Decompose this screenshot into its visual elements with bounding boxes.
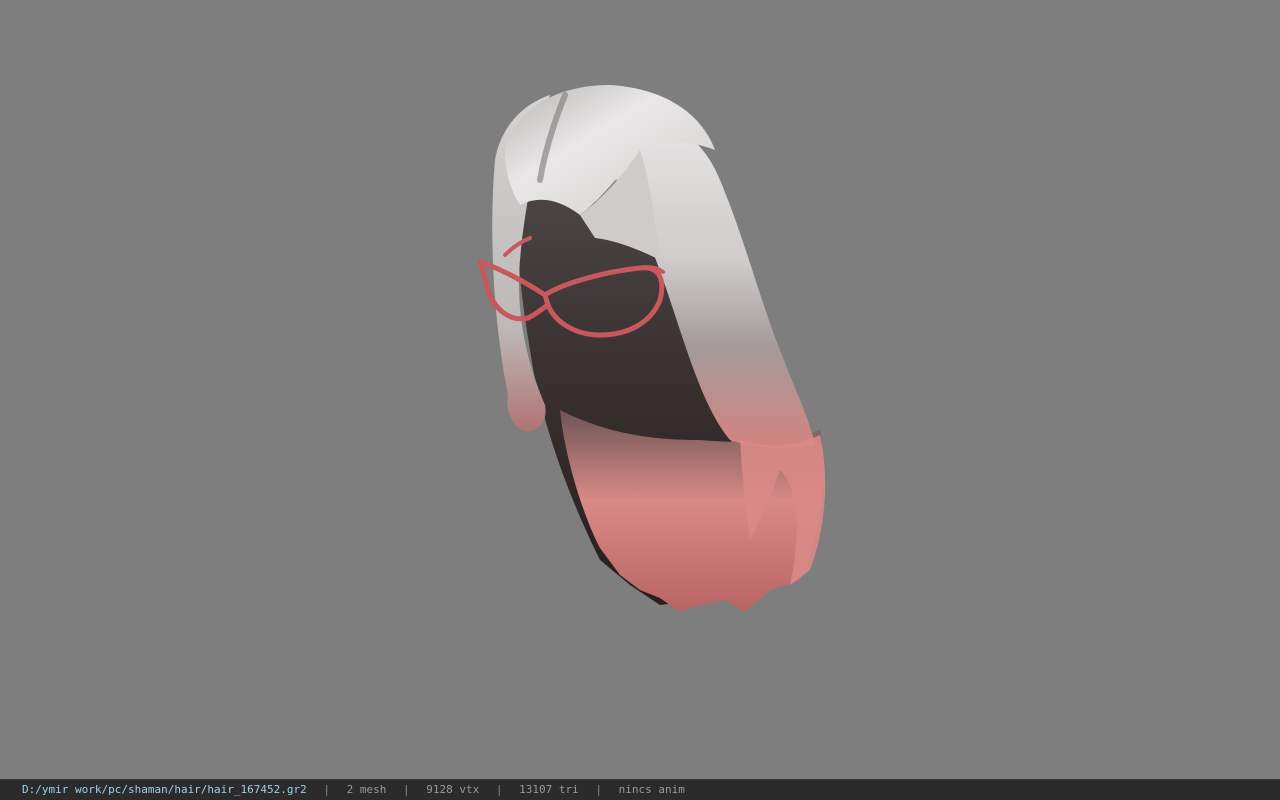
anim-status-label: nincs anim	[618, 783, 685, 796]
vertex-count-label: 9128 vtx	[426, 783, 480, 796]
file-path-label: D:/ymir work/pc/shaman/hair/hair_167452.…	[22, 783, 307, 796]
triangle-count-label: 13107 tri	[519, 783, 579, 796]
separator: |	[323, 783, 331, 796]
hair-model-render	[477, 85, 826, 612]
mesh-count-label: 2 mesh	[346, 783, 387, 796]
separator: |	[495, 783, 503, 796]
3d-viewport[interactable]	[0, 0, 1280, 779]
separator: |	[595, 783, 602, 796]
separator: |	[403, 783, 410, 796]
model-viewer-app: D:/ymir work/pc/shaman/hair/hair_167452.…	[0, 0, 1280, 800]
status-bar: D:/ymir work/pc/shaman/hair/hair_167452.…	[0, 779, 1280, 800]
